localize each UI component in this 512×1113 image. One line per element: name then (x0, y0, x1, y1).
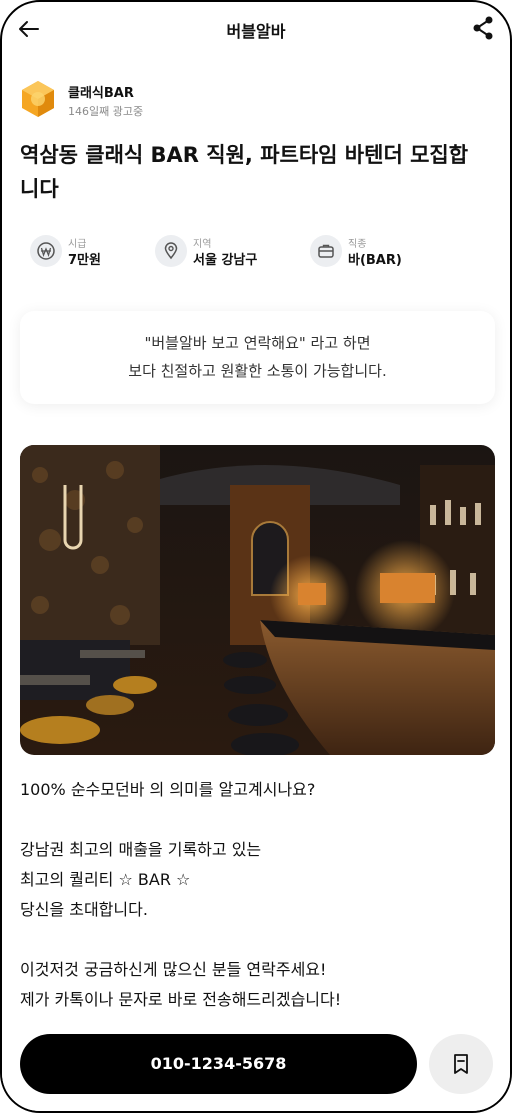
bookmark-icon (454, 1054, 468, 1074)
description-line: 강남권 최고의 매출을 기록하고 있는 (20, 840, 262, 859)
top-bar: 버블알바 (2, 2, 510, 58)
location-pin-icon (155, 235, 187, 267)
description-line: 최고의 퀄리티 ☆ BAR ☆ (20, 870, 191, 889)
post-title: 역삼동 클래식 BAR 직원, 파트타임 바텐더 모집합 니다 (20, 138, 496, 206)
post-content: 클래식BAR 146일째 광고중 역삼동 클래식 BAR 직원, 파트타임 바텐… (2, 58, 510, 1018)
job-type-value: 바(BAR) (348, 253, 402, 268)
notice-text: "버블알바 보고 연락해요" 라고 하면 (144, 334, 371, 352)
bookmark-button[interactable] (429, 1034, 493, 1094)
description-line: 당신을 초대합니다. (20, 900, 148, 919)
description-line: 제가 카톡이나 문자로 바로 전송해드리겠습니다! (20, 990, 342, 1009)
post-title-line: 니다 (20, 177, 59, 201)
notice-text: 보다 친절하고 원활한 소통이 가능합니다. (128, 362, 387, 380)
app-screen: 버블알바 클래식BAR 146일째 광고중 역삼동 클래식 BAR 직원, 파트… (0, 0, 512, 1113)
call-button[interactable]: 010-1234-5678 (20, 1034, 417, 1094)
description-line (20, 925, 496, 955)
location-label: 지역 (193, 239, 212, 250)
pay-value: 7만원 (68, 253, 101, 268)
company-logo (22, 81, 54, 117)
briefcase-icon (310, 235, 342, 267)
location-value: 서울 강남구 (193, 253, 258, 268)
post-description: 100% 순수모던바 의 의미를 알고계시나요? 강남권 최고의 매출을 기록하… (20, 775, 496, 1015)
share-button[interactable] (472, 16, 494, 40)
post-title-line: 역삼동 클래식 BAR 직원, 파트타임 바텐더 모집합 (20, 143, 469, 167)
won-icon (30, 235, 62, 267)
job-type-label: 직종 (348, 239, 367, 250)
description-line: 100% 순수모던바 의 의미를 알고계시나요? (20, 780, 316, 799)
job-summary: 시급 7만원 지역 서울 강남구 직종 바(BAR) (30, 233, 490, 273)
pay-label: 시급 (68, 239, 87, 250)
description-line (20, 805, 496, 835)
bar-interior-photo (20, 445, 495, 755)
page-title: 버블알바 (226, 22, 286, 41)
contact-notice: "버블알바 보고 연락해요" 라고 하면 보다 친절하고 원활한 소통이 가능합… (20, 311, 495, 404)
description-line: 이것저것 궁금하신게 많으신 분들 연락주세요! (20, 960, 327, 979)
share-icon (473, 16, 493, 40)
ad-days-label: 146일째 광고중 (68, 105, 144, 118)
company-name: 클래식BAR (68, 86, 134, 101)
bottom-action-bar: 010-1234-5678 (2, 1017, 510, 1111)
